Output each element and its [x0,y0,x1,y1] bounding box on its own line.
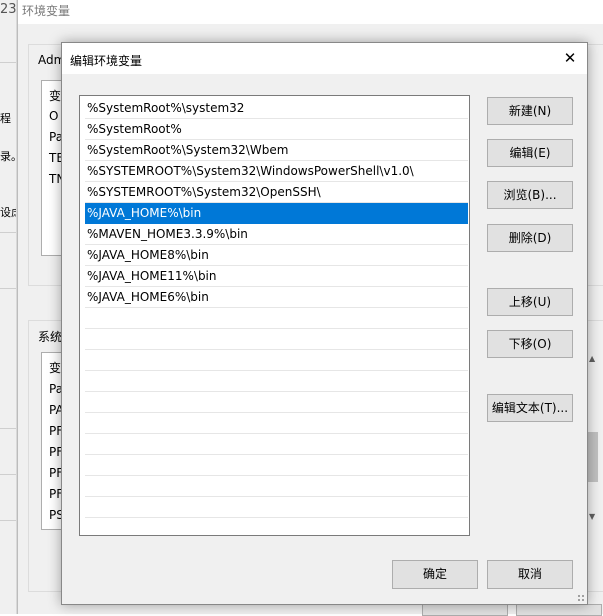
parent-text-fragment: 程 [0,112,11,125]
edit-text-button[interactable]: 编辑文本(T)... [487,394,573,422]
divider [0,428,16,429]
path-list-item[interactable]: %SYSTEMROOT%\System32\WindowsPowerShell\… [85,161,468,182]
divider [0,474,16,475]
path-list-item[interactable]: %JAVA_HOME8%\bin [85,245,468,266]
dialog-titlebar: 编辑环境变量 ✕ [62,43,587,74]
dialog-title: 编辑环境变量 [70,54,143,68]
delete-button[interactable]: 删除(D) [487,224,573,252]
parent-title-fragment: 23 [0,2,17,17]
env-window-title: 环境变量 [18,0,603,24]
path-list-item[interactable]: %SystemRoot%\system32 [85,98,468,119]
divider [0,62,16,63]
empty-list-row [85,497,468,518]
resize-grip-icon[interactable] [577,594,585,602]
edit-environment-variable-dialog: 编辑环境变量 ✕ %SystemRoot%\system32 %SystemRo… [61,42,588,605]
empty-list-row [85,455,468,476]
env-window-button[interactable] [516,604,602,616]
new-button[interactable]: 新建(N) [487,97,573,125]
move-down-button[interactable]: 下移(O) [487,330,573,358]
divider [0,288,16,289]
empty-list-row [85,413,468,434]
empty-list-row [85,434,468,455]
path-list-item[interactable]: %SystemRoot% [85,119,468,140]
path-list-item[interactable]: %SystemRoot%\System32\Wbem [85,140,468,161]
parent-window: 23 程 录。 设虑 [0,0,17,614]
path-list-item[interactable]: %SYSTEMROOT%\System32\OpenSSH\ [85,182,468,203]
empty-list-row [85,308,468,329]
empty-list-row [85,329,468,350]
browse-button[interactable]: 浏览(B)... [487,181,573,209]
parent-text-fragment: 录。 [0,150,16,163]
move-up-button[interactable]: 上移(U) [487,288,573,316]
empty-list-row [85,476,468,497]
env-window-button[interactable] [422,604,508,616]
empty-list-row [85,371,468,392]
scroll-down-icon[interactable]: ▼ [589,512,595,521]
scrollbar-thumb[interactable] [588,432,598,482]
parent-text-fragment: 设虑 [0,206,16,219]
empty-list-row [85,350,468,371]
empty-list-row [85,392,468,413]
scroll-up-icon[interactable]: ▲ [589,354,595,363]
path-list-item-selected[interactable]: %JAVA_HOME%\bin [85,203,468,224]
list-item: O [49,109,59,123]
divider [0,232,16,233]
list-item: 变 [49,89,62,103]
path-list-item[interactable]: %JAVA_HOME6%\bin [85,287,468,308]
path-list-item[interactable]: %JAVA_HOME11%\bin [85,266,468,287]
list-item: 变 [49,361,62,375]
system-variables-label: 系统 [38,330,63,344]
close-icon[interactable]: ✕ [553,43,587,74]
ok-button[interactable]: 确定 [392,560,478,589]
edit-button[interactable]: 编辑(E) [487,139,573,167]
divider [0,520,16,521]
path-list-item[interactable]: %MAVEN_HOME3.3.9%\bin [85,224,468,245]
cancel-button[interactable]: 取消 [487,560,573,589]
path-list[interactable]: %SystemRoot%\system32 %SystemRoot% %Syst… [79,95,470,536]
